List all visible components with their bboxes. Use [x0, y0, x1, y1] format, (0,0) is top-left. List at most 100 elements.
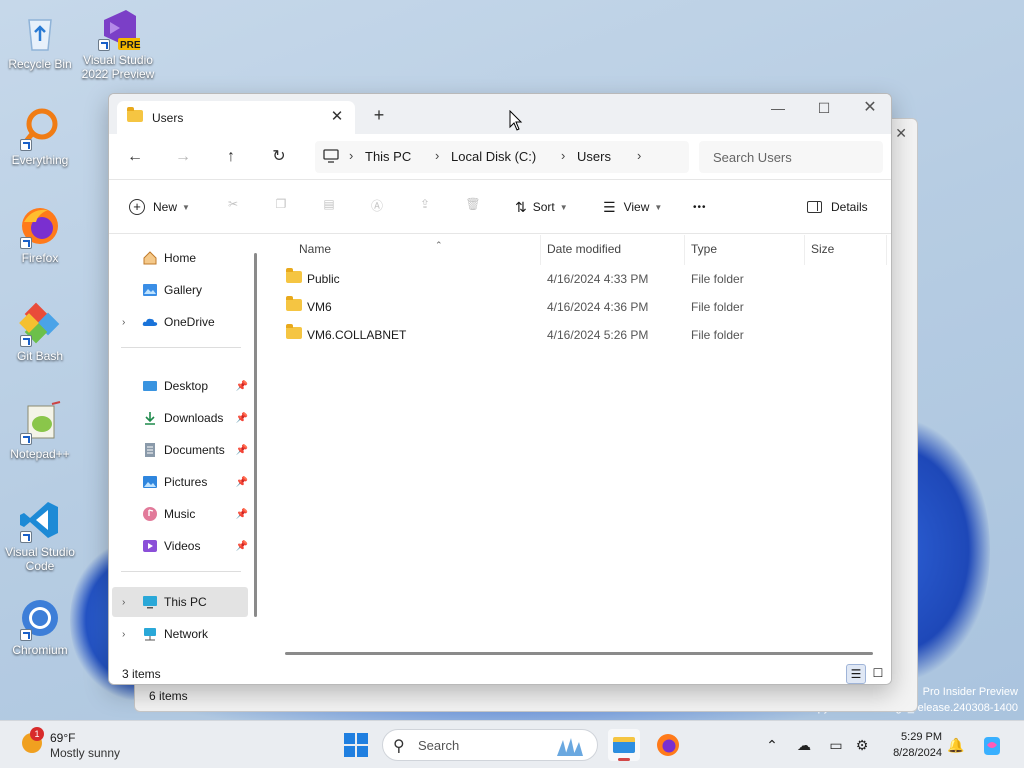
sidebar-item-documents[interactable]: Documents 📌 [112, 435, 248, 465]
sidebar-item-gallery[interactable]: Gallery [112, 275, 248, 305]
system-clock[interactable]: 5:29 PM 8/28/2024 [882, 729, 942, 761]
desktop-icon-label: Recycle Bin [8, 57, 72, 71]
back-button[interactable]: ← [123, 146, 147, 168]
pin-icon[interactable]: 📌 [236, 445, 248, 456]
chevron-down-icon: ▼ [559, 202, 568, 212]
desktop-icon-vscode[interactable]: Visual Studio Code [0, 498, 80, 573]
sidebar-item-downloads[interactable]: Downloads 📌 [112, 403, 248, 433]
copilot-icon[interactable] [980, 735, 1004, 755]
pin-icon[interactable]: 📌 [236, 477, 248, 488]
sort-ascending-icon: ⌃ [435, 240, 443, 250]
settings-tray-icon[interactable]: ⚙ [852, 735, 872, 755]
sidebar-item-music[interactable]: Music 📌 [112, 499, 248, 529]
desktop-icon-notepad-plus-plus[interactable]: Notepad++ [0, 400, 80, 461]
search-input[interactable] [699, 141, 883, 173]
notepad-plus-plus-icon [18, 400, 62, 445]
rename-icon[interactable]: Ⓐ [367, 197, 387, 217]
chevron-right-icon[interactable]: › [349, 148, 353, 163]
breadcrumb-local-disk[interactable]: Local Disk (C:) [451, 149, 536, 164]
title-bar[interactable]: Users ✕ + — ☐ ✕ [109, 94, 891, 134]
gallery-icon [142, 282, 158, 298]
horizontal-scrollbar[interactable] [285, 652, 873, 655]
start-button[interactable] [344, 733, 368, 757]
desktop-icon-git-bash[interactable]: Git Bash [0, 302, 80, 363]
new-tab-button[interactable]: + [369, 105, 389, 125]
sidebar-item-home[interactable]: Home [112, 243, 248, 273]
chevron-right-icon[interactable]: › [122, 629, 125, 640]
cut-icon[interactable]: ✂ [223, 197, 243, 217]
desktop-icon-visual-studio[interactable]: PRE Visual Studio 2022 Preview [78, 6, 158, 81]
large-icons-view-button[interactable]: ☐ [868, 664, 888, 684]
network-offline-icon[interactable]: ☁ [794, 735, 814, 755]
downloads-icon [142, 410, 158, 426]
desktop-icon-recycle-bin[interactable]: Recycle Bin [0, 10, 80, 71]
close-window-button[interactable]: ✕ [847, 94, 891, 124]
details-pane-button[interactable]: Details [807, 197, 868, 217]
details-view-button[interactable]: ☰ [846, 664, 866, 684]
breadcrumb-this-pc[interactable]: This PC [365, 149, 411, 164]
weather-condition: Mostly sunny [50, 746, 121, 760]
table-row[interactable]: VM6 4/16/2024 4:36 PM File folder [281, 293, 881, 321]
sidebar-item-network[interactable]: › Network [112, 619, 248, 649]
refresh-button[interactable]: ↻ [267, 146, 291, 168]
pin-icon[interactable]: 📌 [236, 541, 248, 552]
watermark-line1: Pro Insider Preview [922, 686, 1018, 698]
column-header-name[interactable]: ⌃ Name [289, 235, 541, 265]
table-row[interactable]: VM6.COLLABNET 4/16/2024 5:26 PM File fol… [281, 321, 881, 349]
sidebar-item-this-pc[interactable]: › This PC [112, 587, 248, 617]
taskbar-search[interactable]: ⚲ Search [382, 729, 598, 761]
chevron-right-icon[interactable]: › [122, 597, 125, 608]
view-button[interactable]: ☰ View ▼ [603, 197, 662, 217]
close-tab-button[interactable]: ✕ [327, 107, 347, 127]
sort-button[interactable]: ⇅ Sort ▼ [515, 197, 568, 217]
column-header-date-modified[interactable]: Date modified [541, 235, 685, 265]
chevron-right-icon[interactable]: › [637, 148, 641, 163]
sidebar-item-desktop[interactable]: Desktop 📌 [112, 371, 248, 401]
sidebar-item-onedrive[interactable]: › OneDrive [112, 307, 248, 337]
delete-icon[interactable]: 🗑 [463, 197, 483, 217]
new-button[interactable]: + New ▼ [129, 197, 190, 217]
breadcrumb-users[interactable]: Users [577, 149, 611, 164]
row-type: File folder [691, 300, 744, 314]
pin-icon[interactable]: 📌 [236, 509, 248, 520]
weather-widget[interactable]: 1 69°F Mostly sunny [18, 727, 168, 763]
copy-icon[interactable]: ❐ [271, 197, 291, 217]
desktop-icon-firefox[interactable]: Firefox [0, 204, 80, 265]
chevron-right-icon[interactable]: › [435, 148, 439, 163]
pin-icon[interactable]: 📌 [236, 381, 248, 392]
row-type: File folder [691, 272, 744, 286]
taskbar-file-explorer[interactable] [608, 729, 640, 761]
minimize-button[interactable]: — [755, 94, 801, 124]
chevron-right-icon[interactable]: › [122, 317, 125, 328]
column-header-type[interactable]: Type [685, 235, 805, 265]
sidebar-item-label: OneDrive [164, 315, 215, 329]
column-header-size[interactable]: Size [805, 235, 887, 265]
up-button[interactable]: ↑ [219, 146, 243, 168]
paste-icon[interactable]: ▤ [319, 197, 339, 217]
notification-bell-icon[interactable]: 🔔 [946, 735, 966, 755]
vscode-icon [18, 498, 62, 543]
explorer-window[interactable]: Users ✕ + — ☐ ✕ ← → ↑ ↻ › This PC › Loca… [108, 93, 892, 685]
pin-icon[interactable]: 📌 [236, 413, 248, 424]
sidebar-scrollbar[interactable] [254, 253, 257, 617]
sidebar-item-pictures[interactable]: Pictures 📌 [112, 467, 248, 497]
windows-logo-icon [344, 733, 355, 744]
shortcut-arrow-icon [20, 531, 32, 543]
desktop-icon-chromium[interactable]: Chromium [0, 596, 80, 657]
display-icon[interactable]: ▭ [826, 735, 846, 755]
maximize-button[interactable]: ☐ [801, 94, 847, 124]
sidebar-item-videos[interactable]: Videos 📌 [112, 531, 248, 561]
table-row[interactable]: Public 4/16/2024 4:33 PM File folder [281, 265, 881, 293]
close-icon[interactable]: ✕ [895, 125, 907, 142]
more-options-button[interactable]: ••• [693, 197, 707, 217]
taskbar-firefox[interactable] [652, 729, 684, 761]
show-hidden-icons-button[interactable]: ⌃ [762, 735, 782, 755]
chevron-right-icon[interactable]: › [561, 148, 565, 163]
share-icon[interactable]: ⇪ [415, 197, 435, 217]
tab-users[interactable]: Users ✕ [117, 101, 355, 134]
forward-button[interactable]: → [171, 146, 195, 168]
desktop-icon-everything[interactable]: Everything [0, 106, 80, 167]
videos-icon [142, 538, 158, 554]
address-bar[interactable]: › This PC › Local Disk (C:) › Users › [315, 141, 689, 173]
clock-date: 8/28/2024 [893, 747, 942, 759]
